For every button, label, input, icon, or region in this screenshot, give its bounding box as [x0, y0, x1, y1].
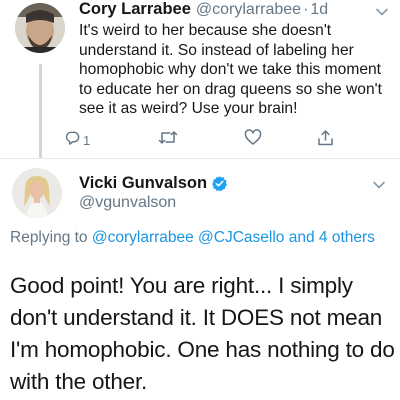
reply-count: 1 [83, 132, 91, 148]
retweet-icon [158, 129, 178, 151]
verified-badge-icon [211, 175, 228, 192]
chevron-down-icon[interactable] [374, 4, 390, 20]
tweet1-text: It's weird to her because she doesn't un… [79, 22, 382, 117]
thread-connector-line [39, 64, 42, 158]
tweet-divider [0, 158, 400, 159]
replying-to-prefix: Replying to [10, 229, 88, 246]
avatar-vicki-gunvalson[interactable] [12, 168, 62, 218]
tweet-time[interactable]: 1d [310, 1, 328, 19]
reply-icon [64, 129, 81, 151]
avatar-cory-larrabee[interactable] [15, 3, 65, 53]
tweet1-header: Cory Larrabee @corylarrabee · 1d [79, 0, 328, 22]
author-name[interactable]: Vicki Gunvalson [79, 174, 207, 193]
retweet-button[interactable] [158, 129, 178, 151]
tweet2-text: Good point! You are right... I simply do… [10, 273, 395, 394]
replying-to-link[interactable]: @corylarrabee @CJCasello and 4 others [92, 229, 375, 246]
tweet2-header: Vicki Gunvalson [79, 172, 228, 194]
like-button[interactable] [244, 129, 262, 151]
share-button[interactable] [317, 129, 334, 152]
author-name[interactable]: Cory Larrabee [79, 0, 191, 19]
author-handle[interactable]: @corylarrabee [196, 1, 301, 19]
replying-to-line: Replying to @corylarrabee @CJCasello and… [10, 227, 390, 249]
tweet1-actions: 1 [64, 129, 344, 149]
chevron-down-icon[interactable] [371, 177, 387, 193]
time-separator: · [303, 1, 309, 18]
author-handle[interactable]: @vgunvalson [79, 194, 176, 212]
share-icon [317, 129, 334, 152]
like-icon [244, 129, 262, 151]
reply-button[interactable]: 1 [64, 129, 90, 151]
